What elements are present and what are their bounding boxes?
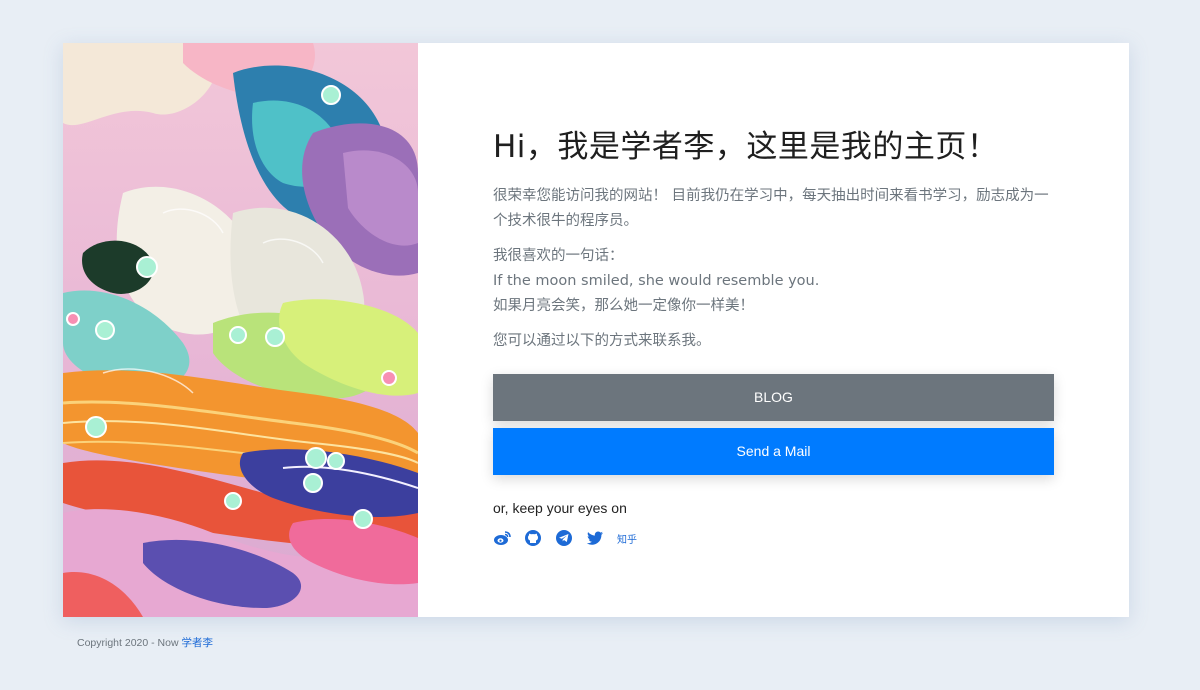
quote-label: 我很喜欢的一句话： [493, 248, 624, 264]
copyright-text: Copyright 2020 - Now [77, 637, 182, 649]
quote-chinese: 如果月亮会笑，那么她一定像你一样美！ [493, 298, 754, 314]
intro-content: Hi，我是学者李，这里是我的主页！ 很荣幸您能访问我的网站！ 目前我仍在学习中，… [418, 43, 1129, 617]
abstract-artwork-image [63, 43, 418, 617]
social-heading: or, keep your eyes on [493, 500, 627, 516]
intro-paragraph: 很荣幸您能访问我的网站！ 目前我仍在学习中，每天抽出时间来看书学习，励志成为一个… [493, 188, 1049, 229]
page-title: Hi，我是学者李，这里是我的主页！ [493, 129, 999, 165]
contact-text: 您可以通过以下的方式来联系我。 [493, 333, 711, 349]
blog-button[interactable]: BLOG [493, 374, 1054, 421]
github-icon[interactable] [524, 529, 542, 547]
social-links: 知乎 [493, 529, 1129, 547]
author-link[interactable]: 学者李 [181, 637, 213, 649]
telegram-icon[interactable] [555, 529, 573, 547]
weibo-icon[interactable] [493, 529, 511, 547]
twitter-icon[interactable] [586, 529, 604, 547]
quote-english: If the moon smiled, she would resemble y… [493, 273, 820, 289]
profile-card: Hi，我是学者李，这里是我的主页！ 很荣幸您能访问我的网站！ 目前我仍在学习中，… [63, 43, 1129, 617]
zhihu-link[interactable]: 知乎 [617, 531, 637, 546]
quote-block: 我很喜欢的一句话： If the moon smiled, she would … [493, 244, 1053, 319]
footer: Copyright 2020 - Now 学者李 [77, 635, 213, 650]
send-mail-button[interactable]: Send a Mail [493, 428, 1054, 475]
